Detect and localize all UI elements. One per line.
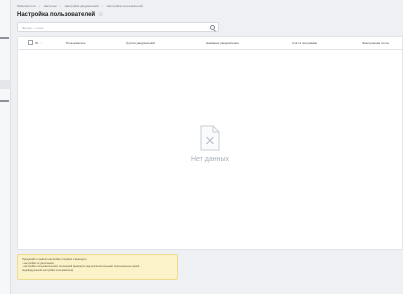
page-header: Настройка пользователей ☆ — [17, 12, 103, 18]
sidebar-item-active[interactable] — [0, 80, 10, 89]
users-table: ID ↕ Пользователь Группа уведомлений Наз… — [17, 36, 403, 250]
search-input[interactable]: Фильтр + поиск — [17, 22, 219, 32]
notice-line: индивидуальной настройки пользователя). — [22, 268, 74, 272]
empty-state: Нет данных — [18, 125, 402, 163]
search-icon[interactable] — [210, 25, 215, 30]
breadcrumb-item[interactable]: Настройка уведомлений — [65, 4, 99, 8]
sidebar-item-marker[interactable] — [0, 100, 9, 102]
column-account[interactable]: Счёт в программе — [292, 41, 317, 45]
column-notification-name[interactable]: Название уведомления — [206, 41, 239, 45]
breadcrumb-item[interactable]: Настроки — [44, 4, 57, 8]
empty-file-icon — [199, 125, 221, 151]
sort-icon[interactable]: ↕ — [41, 41, 43, 45]
empty-text: Нет данных — [190, 156, 230, 163]
sidebar-item-marker[interactable] — [0, 37, 9, 39]
breadcrumb-current: Настройка пользователей — [106, 4, 143, 8]
sidebar — [0, 0, 11, 294]
info-notice: Придумайте правила настройки отправки и … — [17, 254, 178, 280]
breadcrumb: Рабочий стол › Настроки › Настройка уведом… — [17, 4, 143, 8]
column-user[interactable]: Пользователь — [66, 41, 85, 45]
breadcrumb-item[interactable]: Рабочий стол — [17, 4, 36, 8]
star-icon[interactable]: ☆ — [98, 12, 103, 18]
column-id[interactable]: ID — [35, 41, 38, 45]
table-header: ID ↕ Пользователь Группа уведомлений Наз… — [18, 37, 402, 50]
search-placeholder: Фильтр + поиск — [22, 26, 44, 30]
column-notification-group[interactable]: Группа уведомлений — [126, 41, 155, 45]
select-all-checkbox[interactable] — [28, 40, 33, 45]
page-title: Настройка пользователей — [17, 12, 96, 18]
column-email[interactable]: Электронная почта — [362, 41, 389, 45]
